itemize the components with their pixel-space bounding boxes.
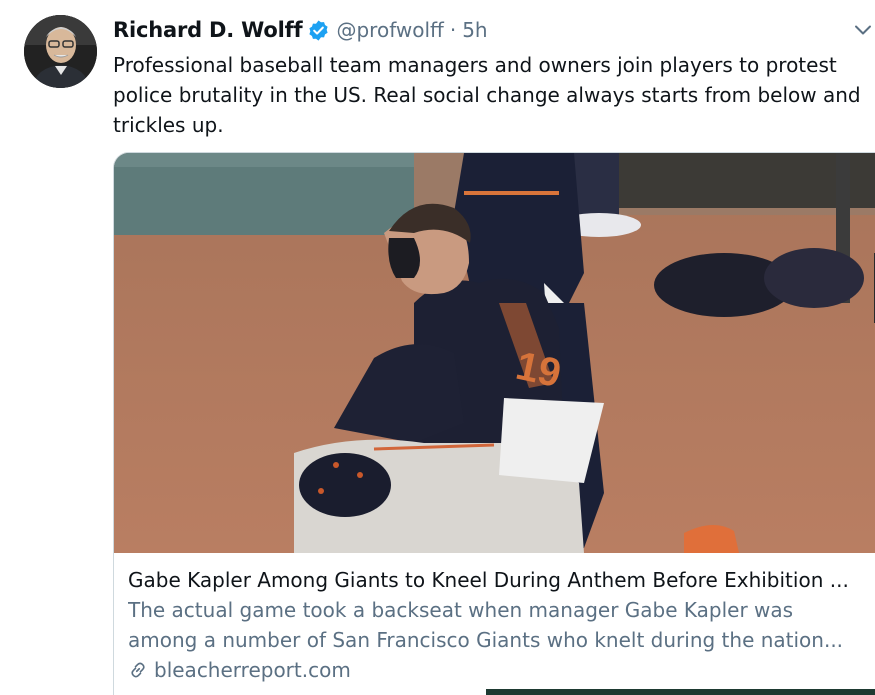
tweet-text: Professional baseball team managers and …	[113, 53, 861, 137]
tweet-header: Richard D. Wolff @profwolff · 5h	[113, 14, 488, 46]
handle[interactable]: @profwolff	[336, 18, 443, 42]
separator-dot: ·	[449, 18, 457, 42]
card-title[interactable]: Gabe Kapler Among Giants to Kneel During…	[128, 565, 858, 595]
display-name[interactable]: Richard D. Wolff	[113, 18, 303, 42]
bottom-divider	[486, 689, 875, 695]
link-card[interactable]: 19 Gabe Kapler Among Giants to Kneel Dur…	[113, 152, 875, 695]
card-domain[interactable]: bleacherreport.com	[128, 655, 875, 685]
card-body: Gabe Kapler Among Giants to Kneel During…	[128, 565, 875, 685]
card-image: 19	[114, 153, 875, 553]
avatar[interactable]	[24, 15, 97, 88]
verified-badge-icon	[307, 19, 330, 42]
tweet[interactable]: Richard D. Wolff @profwolff · 5h Profess…	[0, 0, 875, 695]
card-description: The actual game took a backseat when man…	[128, 598, 844, 652]
link-icon	[131, 662, 145, 678]
card-domain-label: bleacherreport.com	[154, 658, 351, 682]
svg-text:19: 19	[512, 344, 565, 396]
chevron-down-icon[interactable]	[853, 20, 873, 40]
timestamp[interactable]: 5h	[462, 18, 487, 42]
